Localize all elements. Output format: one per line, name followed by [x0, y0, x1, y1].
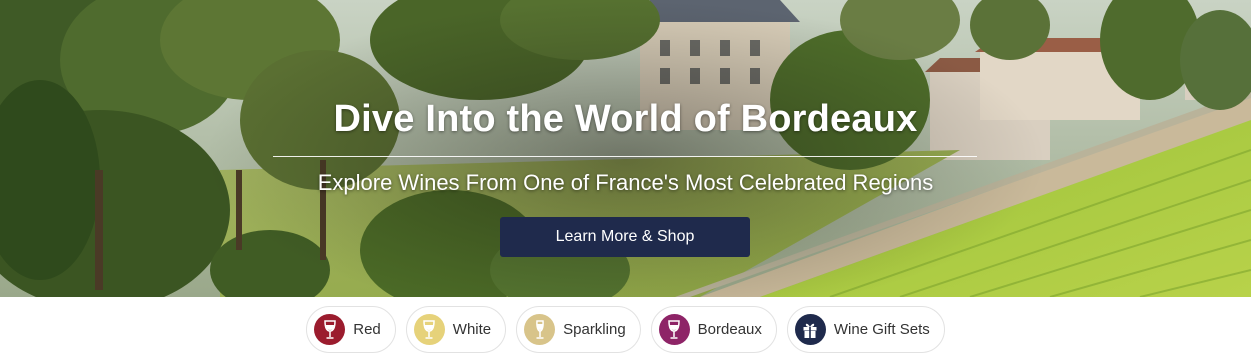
hero-divider [273, 156, 977, 157]
white-wine-glass-icon [413, 314, 445, 345]
learn-more-shop-button[interactable]: Learn More & Shop [500, 217, 750, 257]
red-wine-glass-icon [314, 314, 346, 345]
bordeaux-wine-glass-icon [658, 314, 690, 345]
category-chip-wine-gift-sets[interactable]: Wine Gift Sets [786, 306, 945, 353]
category-label: White [452, 321, 492, 338]
sparkling-wine-glass-icon [524, 314, 556, 345]
category-chip-sparkling[interactable]: Sparkling [516, 306, 641, 353]
hero-title: Dive Into the World of Bordeaux [333, 98, 918, 140]
category-label: Bordeaux [697, 321, 762, 338]
hero-banner: Dive Into the World of Bordeaux Explore … [0, 0, 1251, 297]
category-label: Red [353, 321, 381, 338]
category-label: Sparkling [563, 321, 626, 338]
category-chip-bordeaux[interactable]: Bordeaux [650, 306, 777, 353]
category-chip-white[interactable]: White [405, 306, 507, 353]
gift-icon [794, 314, 826, 345]
category-chip-red[interactable]: Red [306, 306, 396, 353]
category-label: Wine Gift Sets [833, 321, 930, 338]
hero-subtitle: Explore Wines From One of France's Most … [317, 170, 934, 195]
wine-category-chips: Red White Sparkling Bordeaux Wine Gift S… [0, 306, 1251, 354]
